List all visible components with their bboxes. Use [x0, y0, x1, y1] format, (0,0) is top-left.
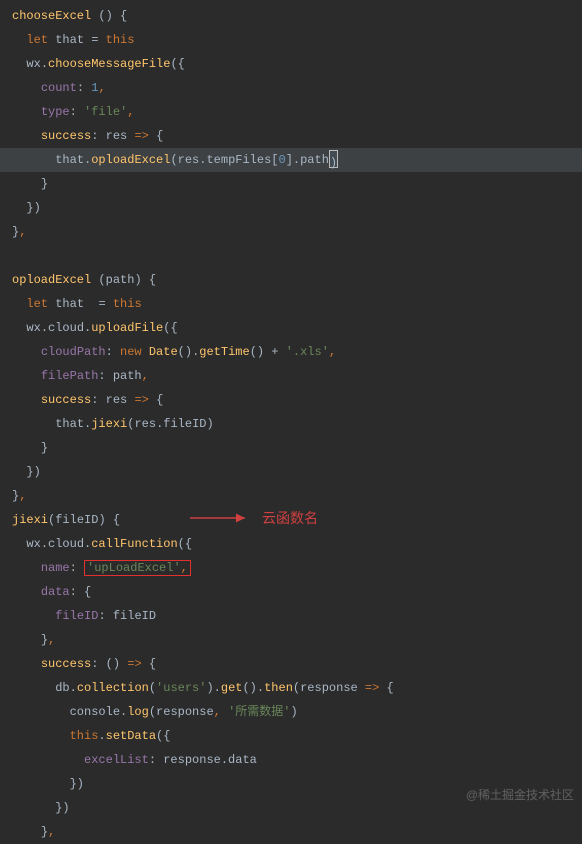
code-line: success: res => {: [0, 124, 582, 148]
code-line: }): [0, 460, 582, 484]
code-line: },: [0, 220, 582, 244]
code-line: that.jiexi(res.fileID): [0, 412, 582, 436]
code-line: [0, 244, 582, 268]
code-line: oploadExcel (path) {: [0, 268, 582, 292]
code-line: wx.cloud.callFunction({: [0, 532, 582, 556]
code-line: console.log(response, '所需数据'): [0, 700, 582, 724]
code-line-highlighted: that.oploadExcel(res.tempFiles[0].path): [0, 148, 582, 172]
code-line: }: [0, 172, 582, 196]
code-line: success: res => {: [0, 388, 582, 412]
code-line: type: 'file',: [0, 100, 582, 124]
code-line: filePath: path,: [0, 364, 582, 388]
code-line: }): [0, 196, 582, 220]
code-line: success: () => {: [0, 652, 582, 676]
code-line: fileID: fileID: [0, 604, 582, 628]
code-line: },: [0, 628, 582, 652]
code-line: count: 1,: [0, 76, 582, 100]
code-editor[interactable]: chooseExcel () { let that = this wx.choo…: [0, 0, 582, 844]
code-line: excelList: response.data: [0, 748, 582, 772]
code-line: }: [0, 436, 582, 460]
cursor: ): [329, 150, 338, 168]
watermark: @稀土掘金技术社区: [466, 783, 574, 807]
code-line: db.collection('users').get().then(respon…: [0, 676, 582, 700]
code-line: let that = this: [0, 28, 582, 52]
code-line: },: [0, 484, 582, 508]
code-line: this.setData({: [0, 724, 582, 748]
code-line: wx.cloud.uploadFile({: [0, 316, 582, 340]
code-line: wx.chooseMessageFile({: [0, 52, 582, 76]
code-line: data: {: [0, 580, 582, 604]
code-line: },: [0, 820, 582, 844]
highlighted-function-name: 'upLoadExcel',: [84, 560, 191, 576]
code-line: chooseExcel () {: [0, 4, 582, 28]
code-line: jiexi(fileID) {: [0, 508, 582, 532]
code-line: name: 'upLoadExcel',: [0, 556, 582, 580]
code-line: let that = this: [0, 292, 582, 316]
code-line: cloudPath: new Date().getTime() + '.xls'…: [0, 340, 582, 364]
